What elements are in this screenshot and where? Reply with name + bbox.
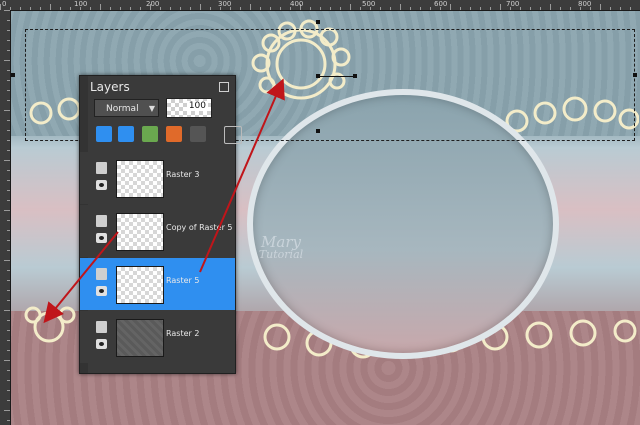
annotation-arrows <box>43 78 285 324</box>
arrow-to-bottom-lace <box>43 231 119 324</box>
arrow-to-top-lace <box>199 78 285 273</box>
